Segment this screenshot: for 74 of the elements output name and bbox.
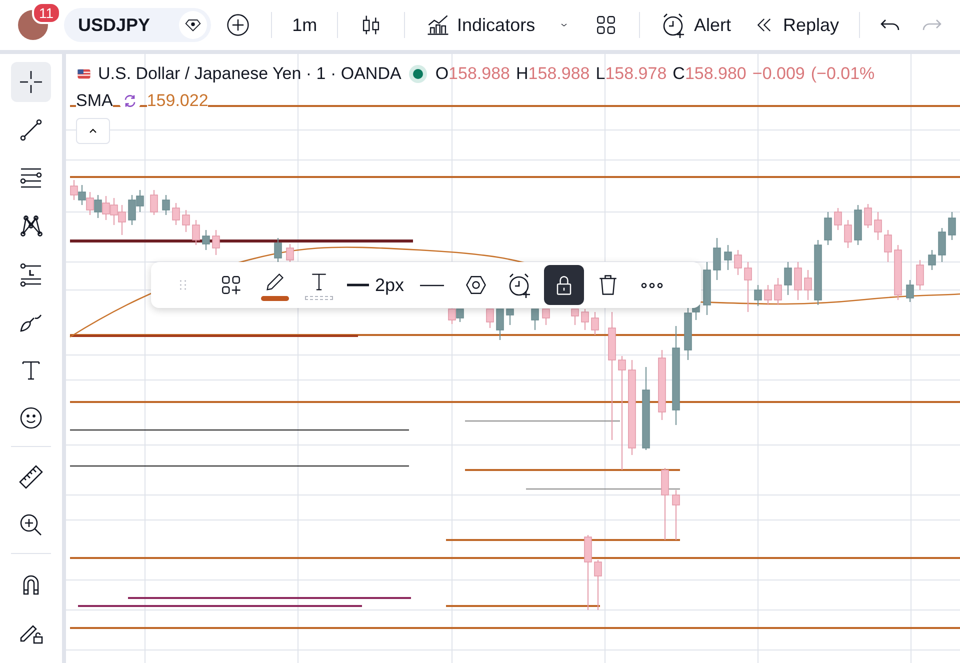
candlestick bbox=[874, 212, 882, 240]
candlestick bbox=[182, 210, 190, 232]
horizontal-price-line[interactable] bbox=[70, 240, 413, 242]
candlestick bbox=[542, 308, 550, 326]
alert-button[interactable]: Alert bbox=[654, 7, 738, 43]
candlestick bbox=[531, 308, 539, 330]
candlestick bbox=[486, 308, 494, 328]
candlestick bbox=[804, 270, 812, 300]
candlestick bbox=[581, 308, 589, 330]
candlestick bbox=[794, 262, 802, 300]
ohlc-value: 158.978 bbox=[605, 64, 667, 84]
candlestick bbox=[172, 202, 180, 226]
notification-badge: 11 bbox=[32, 2, 61, 24]
price-change: −0.009 bbox=[752, 64, 805, 84]
candlestick bbox=[906, 280, 914, 302]
market-status-dot bbox=[413, 69, 424, 79]
candlestick bbox=[496, 308, 504, 340]
candlestick bbox=[571, 308, 579, 326]
ohlc-label: O bbox=[435, 64, 449, 84]
line-width-button[interactable]: 2px bbox=[343, 265, 408, 305]
candlestick bbox=[594, 560, 602, 610]
candlestick bbox=[814, 240, 822, 306]
candlestick bbox=[162, 194, 170, 216]
candlestick bbox=[948, 212, 956, 240]
candlestick bbox=[764, 284, 772, 306]
candlestick bbox=[672, 490, 680, 540]
ohlc-value: 158.988 bbox=[448, 64, 510, 84]
lock-button[interactable] bbox=[544, 265, 584, 305]
candlestick bbox=[864, 204, 872, 228]
candlestick bbox=[212, 230, 220, 256]
candlestick bbox=[713, 238, 721, 280]
symbol-title[interactable]: U.S. Dollar / Japanese Yen · 1 · OANDA bbox=[98, 64, 402, 84]
ohlc-label: C bbox=[672, 64, 685, 84]
candlestick bbox=[938, 228, 946, 262]
ohlc-value: 158.980 bbox=[684, 64, 746, 84]
line-icon bbox=[347, 283, 369, 287]
candlestick bbox=[591, 312, 599, 336]
indicators-button[interactable]: Indicators bbox=[419, 8, 542, 42]
percent-change: (−0.01% bbox=[810, 64, 875, 84]
candlestick bbox=[824, 212, 832, 246]
ruler-icon bbox=[17, 463, 45, 491]
candlestick bbox=[774, 278, 782, 306]
candlestick bbox=[928, 250, 936, 270]
more-icon bbox=[639, 282, 666, 288]
crosshair-icon bbox=[17, 68, 45, 96]
candlestick bbox=[150, 190, 158, 216]
candlestick bbox=[916, 260, 924, 290]
candlestick bbox=[754, 284, 762, 306]
candlestick bbox=[784, 262, 792, 296]
refresh-icon bbox=[122, 93, 138, 109]
candlestick bbox=[703, 262, 711, 316]
candlestick bbox=[854, 204, 862, 246]
symbol-search[interactable]: USDJPY bbox=[64, 8, 212, 42]
interval-button[interactable]: 1m bbox=[286, 10, 324, 40]
candlestick bbox=[202, 230, 210, 250]
candlestick bbox=[744, 262, 752, 312]
candlestick bbox=[834, 208, 842, 230]
redo-icon bbox=[922, 19, 942, 31]
candlestick bbox=[734, 250, 742, 276]
candlestick bbox=[894, 244, 902, 300]
candlestick bbox=[658, 350, 666, 420]
ohlc-value: 158.988 bbox=[528, 64, 590, 84]
candlestick bbox=[724, 244, 732, 270]
line-icon bbox=[419, 284, 446, 286]
replay-button[interactable]: Replay bbox=[747, 9, 846, 41]
ohlc-label: L bbox=[596, 64, 606, 84]
plus-icon bbox=[225, 12, 252, 38]
candlestick bbox=[192, 220, 200, 246]
ohlc-label: H bbox=[516, 64, 528, 84]
candlestick bbox=[286, 244, 294, 262]
candlestick bbox=[884, 230, 892, 262]
undo-icon bbox=[880, 19, 900, 31]
candlestick bbox=[506, 308, 514, 326]
candlestick bbox=[844, 220, 852, 248]
